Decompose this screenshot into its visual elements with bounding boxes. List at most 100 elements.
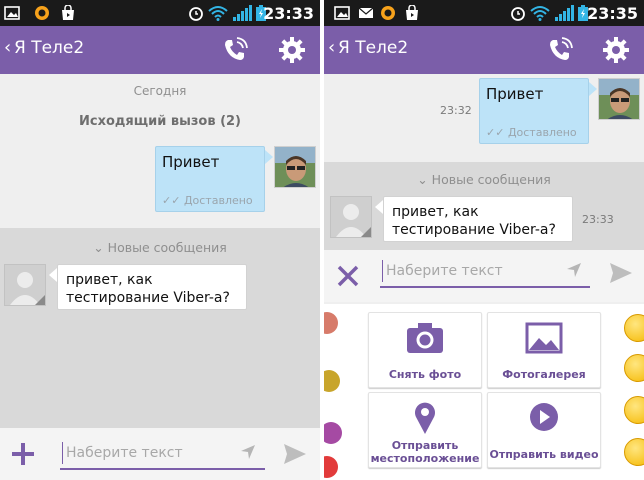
outgoing-message-bubble[interactable]: Привет ✓✓ Доставлено [479,78,589,144]
message-input[interactable]: Наберите текст [380,258,590,288]
contact-avatar[interactable] [330,196,372,238]
left-phone-screen: 23:33 ‹ Я Теле2 Сегодня Исходящий вызов … [0,0,320,480]
default-user-icon [336,204,371,237]
new-messages-separator: ⌄ Новые сообщения [93,240,227,255]
close-icon[interactable] [336,264,360,288]
sticker-icon[interactable] [324,422,342,444]
status-time: 23:33 [263,4,314,23]
smile-emoji-icon[interactable] [624,314,644,342]
shock-emoji-icon[interactable] [624,396,644,424]
take-photo-label: Снять фото [388,368,462,381]
default-user-icon [10,272,45,305]
store-notification-icon [406,5,418,20]
call-icon[interactable] [221,36,249,64]
chat-history: Сегодня Исходящий вызов (2) Привет ✓✓ До… [0,74,320,228]
settings-gear-icon[interactable] [278,36,306,64]
location-arrow-icon[interactable] [240,444,256,460]
store-notification-icon [62,5,74,20]
app-notification-icon [35,6,49,20]
laugh-emoji-icon[interactable] [624,354,644,382]
wifi-icon [530,6,550,21]
user-photo-icon [275,147,315,187]
status-bar: 23:35 [324,0,644,26]
text-cursor [382,260,383,282]
my-avatar[interactable] [274,146,316,188]
double-check-icon: ✓✓ [486,126,508,139]
user-photo-icon [599,79,639,119]
text-cursor [62,442,63,464]
chevron-down-icon: ⌄ [417,172,432,187]
input-placeholder: Наберите текст [66,445,183,461]
bubble-tail [375,200,383,214]
delivery-status: ✓✓ Доставлено [486,126,577,139]
send-video-label: Отправить видео [489,448,599,461]
money-emoji-icon[interactable] [624,438,644,466]
message-input[interactable]: Наберите текст [60,440,265,470]
delivery-status: ✓✓ Доставлено [162,194,253,207]
contact-avatar[interactable] [4,264,46,306]
wifi-icon [208,6,228,21]
camera-icon [407,323,443,353]
video-play-icon [530,403,558,431]
signal-icon [555,5,574,21]
new-messages-separator: ⌄ Новые сообщения [417,172,551,187]
send-icon[interactable] [282,441,308,467]
send-video-button[interactable]: Отправить видео [487,392,601,468]
message-text: Привет [486,85,544,103]
chat-title[interactable]: Я Теле2 [338,38,408,58]
send-location-button[interactable]: Отправить местоположение [368,392,482,468]
bubble-tail [265,150,273,164]
back-chevron-icon[interactable]: ‹ [4,37,11,58]
call-log-entry: Исходящий вызов (2) [78,114,241,129]
bubble-tail [589,82,597,96]
action-bar: ‹ Я Теле2 [324,26,644,74]
message-text-line: привет, как [392,204,479,220]
settings-gear-icon[interactable] [602,36,630,64]
status-time: 23:35 [587,4,638,23]
email-notification-icon [358,7,374,18]
heart-sticker-icon[interactable] [324,456,338,478]
outgoing-message-bubble[interactable]: Привет ✓✓ Доставлено [155,146,265,212]
message-text-line: тестирование Viber-а? [392,222,556,238]
back-chevron-icon[interactable]: ‹ [328,37,335,58]
new-messages-area: ⌄ Новые сообщения привет, как тестирован… [324,162,644,250]
date-separator: Сегодня [133,84,187,98]
image-notification-icon [4,6,20,20]
new-messages-area: ⌄ Новые сообщения привет, как тестирован… [0,228,320,428]
message-time: 23:32 [440,104,472,117]
alarm-icon [189,7,203,21]
call-icon[interactable] [546,36,574,64]
input-placeholder: Наберите текст [386,263,503,279]
photo-gallery-label: Фотогалерея [502,368,586,381]
message-text-line: тестирование Viber-а? [66,290,230,306]
my-avatar[interactable] [598,78,640,120]
app-notification-icon [381,6,395,20]
right-phone-screen: 23:35 ‹ Я Теле2 23:32 Привет ✓✓ Доставле… [324,0,644,480]
chat-title[interactable]: Я Теле2 [14,38,84,58]
alarm-icon [511,7,525,21]
chevron-down-icon: ⌄ [93,240,108,255]
gallery-icon [525,322,563,354]
sticker-icon[interactable] [324,370,340,392]
incoming-message-bubble[interactable]: привет, как тестирование Viber-а? [383,196,573,242]
incoming-message-bubble[interactable]: привет, как тестирование Viber-а? [57,264,247,310]
message-input-bar: Наберите текст [324,250,644,302]
sticker-icon[interactable] [324,312,338,334]
double-check-icon: ✓✓ [162,194,184,207]
attach-plus-icon[interactable] [10,441,36,467]
bubble-tail [49,268,57,282]
attachments-panel: Снять фото Фотогалерея Отправить местопо… [324,304,644,480]
photo-gallery-button[interactable]: Фотогалерея [487,312,601,388]
location-arrow-icon[interactable] [566,262,582,278]
send-location-label: Отправить местоположение [370,439,480,465]
message-time: 23:33 [582,213,614,226]
signal-icon [233,5,252,21]
action-bar: ‹ Я Теле2 [0,26,320,74]
chat-history: 23:32 Привет ✓✓ Доставлено [324,74,644,162]
take-photo-button[interactable]: Снять фото [368,312,482,388]
message-text: Привет [162,153,220,171]
message-input-bar: Наберите текст [0,428,320,480]
message-text-line: привет, как [66,272,153,288]
send-icon[interactable] [608,260,634,286]
image-notification-icon [334,6,350,20]
